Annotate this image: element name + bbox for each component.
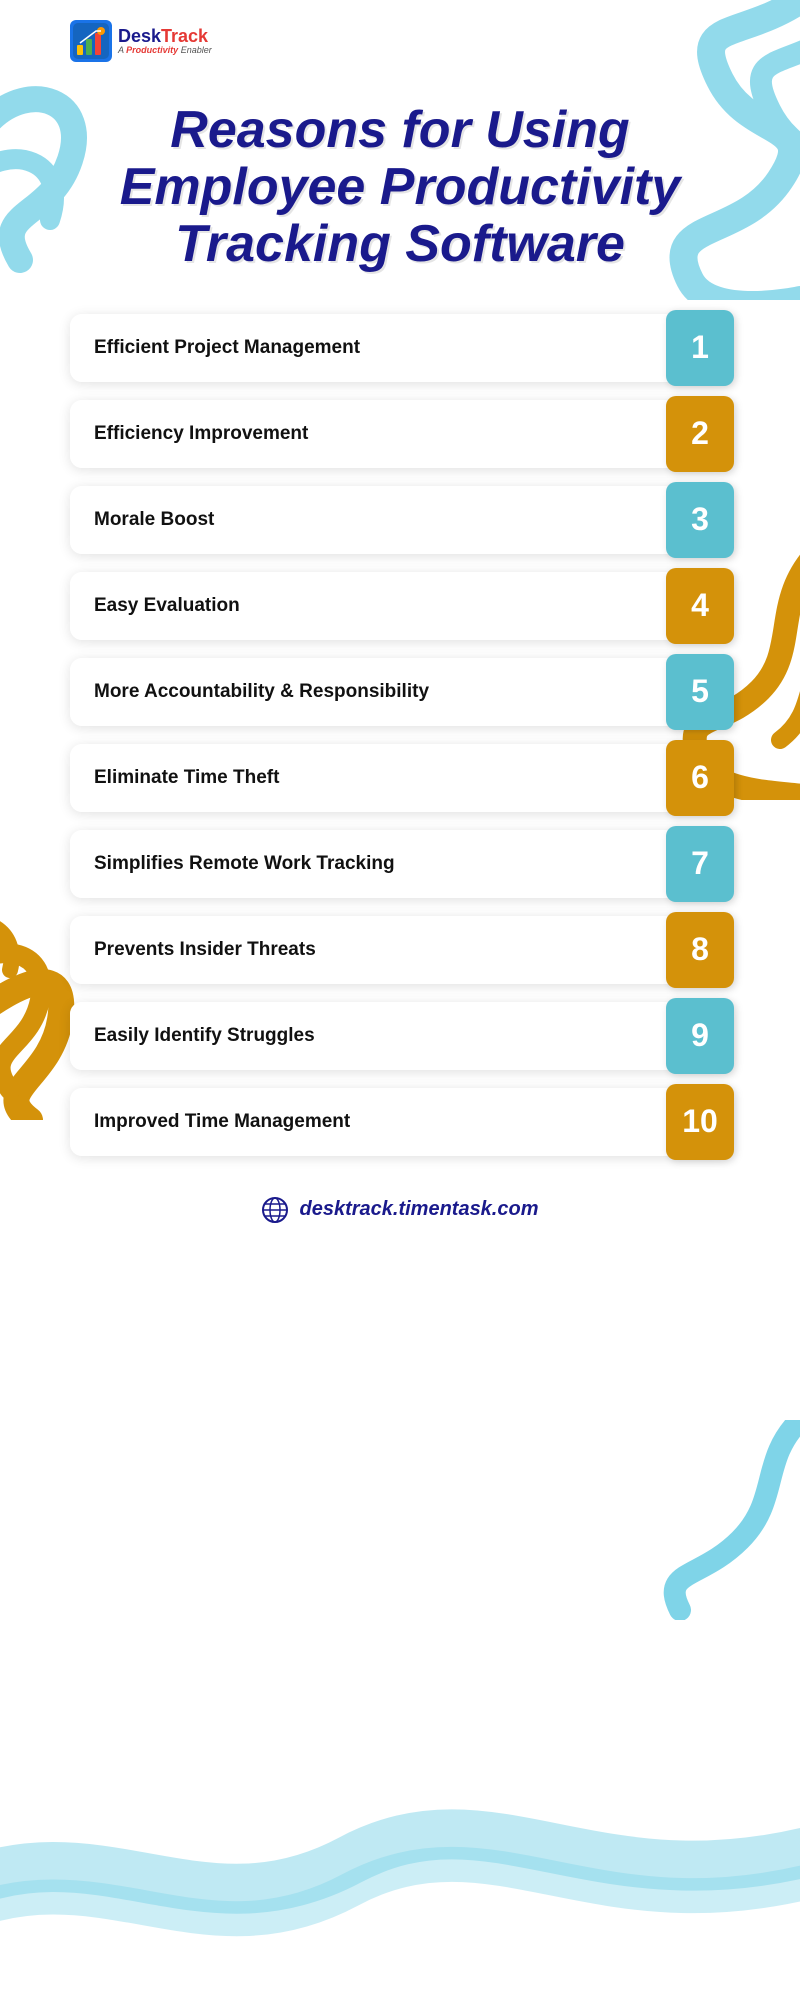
footer-url: desktrack.timentask.com: [299, 1198, 538, 1221]
list-item: Eliminate Time Theft6: [70, 744, 730, 812]
heading-text: Reasons for Using Employee Productivity …: [120, 102, 681, 274]
item-number: 10: [666, 1084, 734, 1160]
list-item: Simplifies Remote Work Tracking7: [70, 830, 730, 898]
item-label: Easily Identify Struggles: [70, 1002, 666, 1070]
logo-subtitle: A Productivity Enabler: [118, 45, 212, 55]
item-number: 7: [666, 826, 734, 902]
list-item: Morale Boost3: [70, 486, 730, 554]
item-number: 5: [666, 654, 734, 730]
item-number: 8: [666, 912, 734, 988]
list-item: Efficient Project Management1: [70, 314, 730, 382]
item-label: Prevents Insider Threats: [70, 916, 666, 984]
list-item: Easily Identify Struggles9: [70, 1002, 730, 1070]
item-label: More Accountability & Responsibility: [70, 658, 666, 726]
item-label: Easy Evaluation: [70, 572, 666, 640]
list-item: Efficiency Improvement2: [70, 400, 730, 468]
item-number: 9: [666, 998, 734, 1074]
list-item: More Accountability & Responsibility5: [70, 658, 730, 726]
item-number: 2: [666, 396, 734, 472]
logo-icon: [70, 20, 112, 62]
logo-area: DeskTrack A Productivity Enabler: [70, 20, 212, 62]
items-list: Efficient Project Management1 Efficiency …: [60, 314, 740, 1156]
item-label: Simplifies Remote Work Tracking: [70, 830, 666, 898]
item-number: 6: [666, 740, 734, 816]
globe-icon: [261, 1196, 289, 1224]
item-label: Efficiency Improvement: [70, 400, 666, 468]
item-number: 1: [666, 310, 734, 386]
list-item: Easy Evaluation4: [70, 572, 730, 640]
main-heading: Reasons for Using Employee Productivity …: [120, 102, 681, 274]
item-label: Improved Time Management: [70, 1088, 666, 1156]
list-item: Prevents Insider Threats8: [70, 916, 730, 984]
item-label: Eliminate Time Theft: [70, 744, 666, 812]
item-label: Morale Boost: [70, 486, 666, 554]
list-item: Improved Time Management10: [70, 1088, 730, 1156]
footer: desktrack.timentask.com: [261, 1196, 538, 1224]
item-number: 3: [666, 482, 734, 558]
logo-title: DeskTrack: [118, 27, 212, 45]
item-label: Efficient Project Management: [70, 314, 666, 382]
item-number: 4: [666, 568, 734, 644]
